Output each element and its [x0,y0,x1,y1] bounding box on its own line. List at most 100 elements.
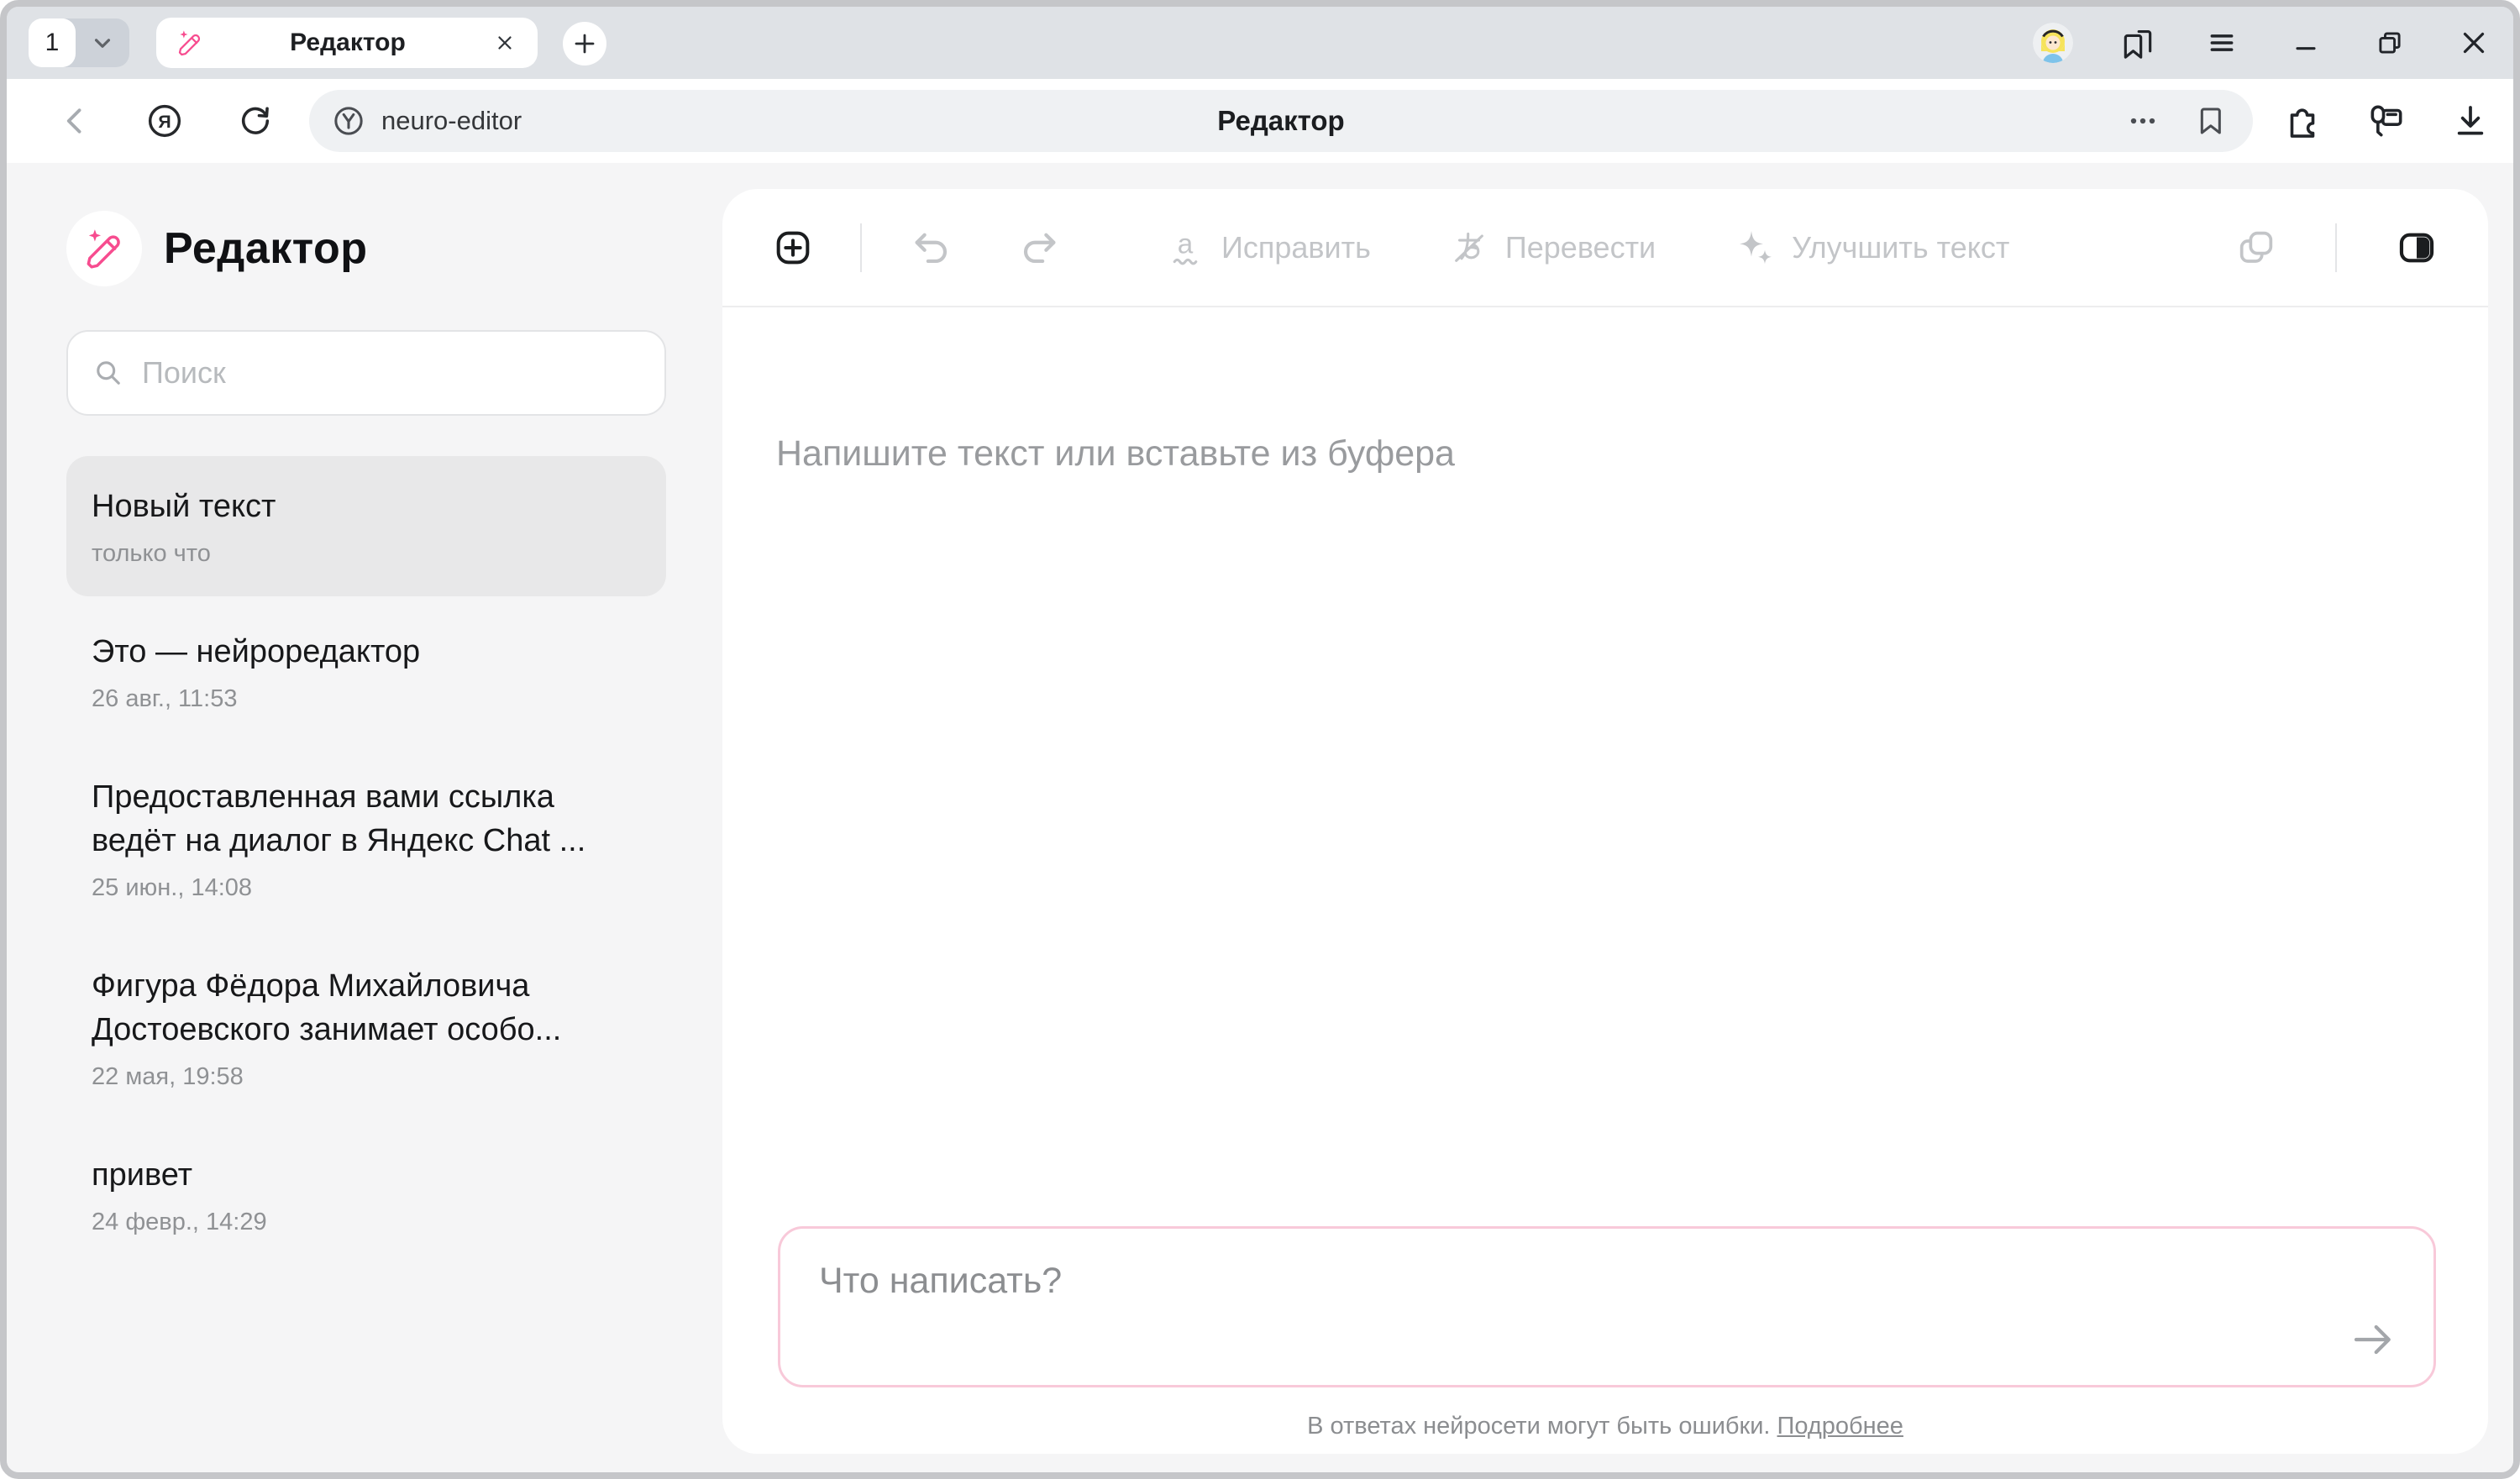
editor-text-area[interactable]: Напишите текст или вставьте из буфера [722,307,2488,475]
address-row: Я neuro-editor Редактор [7,79,2513,163]
search-input[interactable] [142,355,641,391]
minimize-icon [2289,26,2323,60]
undo-button[interactable] [911,227,953,269]
list-item[interactable]: Фигура Фёдора Михайловича Достоевского з… [66,936,666,1120]
doc-time: 22 мая, 19:58 [92,1063,641,1091]
document-list: Новый текст только что Это — нейроредакт… [66,456,666,1265]
browser-menu-button[interactable] [2202,24,2241,62]
search-icon [92,356,125,390]
downloads-button[interactable] [2449,100,2491,142]
toolbar-divider [860,223,862,272]
send-prompt-button[interactable] [2346,1313,2400,1366]
download-icon [2450,101,2491,141]
doc-time: 25 июн., 14:08 [92,874,641,902]
reload-icon [236,102,275,140]
yandex-ya-icon: Я [144,101,185,141]
chevron-down-icon [88,29,117,57]
new-tab-button[interactable] [563,22,606,66]
copy-icon [2236,228,2276,268]
doc-time: только что [92,540,641,568]
tab-title: Редактор [205,29,491,57]
browser-window: 1 Редактор [0,0,2520,1479]
disclaimer-text: В ответах нейросети могут быть ошибки. [1307,1413,1770,1440]
puzzle-icon [2281,100,2323,142]
sidebar: Редактор Новый текст только что Это — не… [7,163,722,1472]
app-logo [66,211,142,286]
redo-button[interactable] [1018,227,1060,269]
translate-button[interactable]: Перевести [1450,228,1656,267]
arrow-right-icon [2348,1314,2398,1365]
svg-text:a: a [1178,228,1194,260]
bookmark-flag-icon [2194,103,2229,139]
editor-placeholder: Напишите текст или вставьте из буфера [776,433,2434,475]
translate-icon [1450,228,1488,267]
svg-text:Я: Я [158,112,171,132]
list-item-new-text[interactable]: Новый текст только что [66,456,666,596]
editor-card: a Исправить Пе [722,189,2488,1454]
bookmarks-icon [2119,24,2156,61]
extensions-button[interactable] [2281,100,2323,142]
bookmarks-panel-button[interactable] [2118,24,2157,62]
plus-icon [571,30,598,57]
fix-text-label: Исправить [1221,230,1371,265]
address-page-title: Редактор [309,105,2253,137]
fix-text-button[interactable]: a Исправить [1166,228,1371,267]
improve-text-label: Улучшить текст [1792,230,2009,265]
doc-title: Фигура Фёдора Михайловича Достоевского з… [92,964,641,1052]
undo-icon [911,227,953,269]
doc-title: Это — нейроредактор [92,630,641,674]
tab-counter[interactable]: 1 [29,18,129,67]
doc-time: 24 февр., 14:29 [92,1209,641,1236]
hamburger-menu-icon [2204,25,2239,60]
tab-close-button[interactable] [491,29,519,57]
redo-icon [1018,227,1060,269]
editor-toolbar: a Исправить Пе [722,189,2488,307]
tab-strip: 1 Редактор [7,7,2513,79]
ai-disclaimer: В ответах нейросети могут быть ошибки. П… [722,1413,2488,1440]
restore-window-icon [2373,26,2407,60]
address-more-button[interactable] [2124,102,2162,140]
improve-text-button[interactable]: Улучшить текст [1735,228,2009,268]
sparkles-icon [1735,228,1775,268]
toolbar-divider [2335,223,2337,272]
reload-button[interactable] [232,97,279,144]
plus-square-icon [773,228,813,268]
yandex-home-button[interactable]: Я [141,97,188,144]
magic-pen-favicon-icon [175,28,205,58]
doc-title: Предоставленная вами ссылка ведёт на диа… [92,775,641,863]
neuro-editor-app: Редактор Новый текст только что Это — не… [7,163,2513,1472]
new-document-button[interactable] [773,228,813,268]
copy-button[interactable] [2236,228,2276,268]
list-item[interactable]: привет 24 февр., 14:29 [66,1125,666,1265]
list-item[interactable]: Предоставленная вами ссылка ведёт на диа… [66,747,666,931]
disclaimer-link[interactable]: Подробнее [1777,1413,1903,1440]
back-arrow-icon [58,102,97,140]
doc-title: Новый текст [92,485,641,528]
bookmark-page-button[interactable] [2192,102,2231,140]
more-dots-icon [2124,102,2161,139]
app-title: Редактор [164,223,368,274]
site-favicon-icon [331,103,366,139]
address-bar[interactable]: neuro-editor Редактор [309,90,2253,152]
close-icon [494,32,516,54]
browser-toolbar-right [2281,79,2491,163]
tab-count[interactable]: 1 [29,18,76,67]
avatar[interactable] [2033,23,2073,63]
toggle-sidebar-button[interactable] [2396,227,2438,269]
tab-editor[interactable]: Редактор [156,18,538,68]
split-view-icon [2396,227,2438,269]
window-controls [2033,7,2493,79]
prompt-box [778,1226,2436,1387]
doc-title: привет [92,1153,641,1197]
close-window-button[interactable] [2454,24,2493,62]
passwords-button[interactable] [2365,100,2407,142]
translate-label: Перевести [1505,230,1656,265]
key-card-icon [2365,100,2407,142]
back-button[interactable] [54,97,101,144]
list-item[interactable]: Это — нейроредактор 26 авг., 11:53 [66,601,666,742]
search-box[interactable] [66,330,666,416]
url-text: neuro-editor [381,106,522,136]
prompt-input[interactable] [780,1229,2433,1385]
minimize-button[interactable] [2286,24,2325,62]
restore-window-button[interactable] [2370,24,2409,62]
